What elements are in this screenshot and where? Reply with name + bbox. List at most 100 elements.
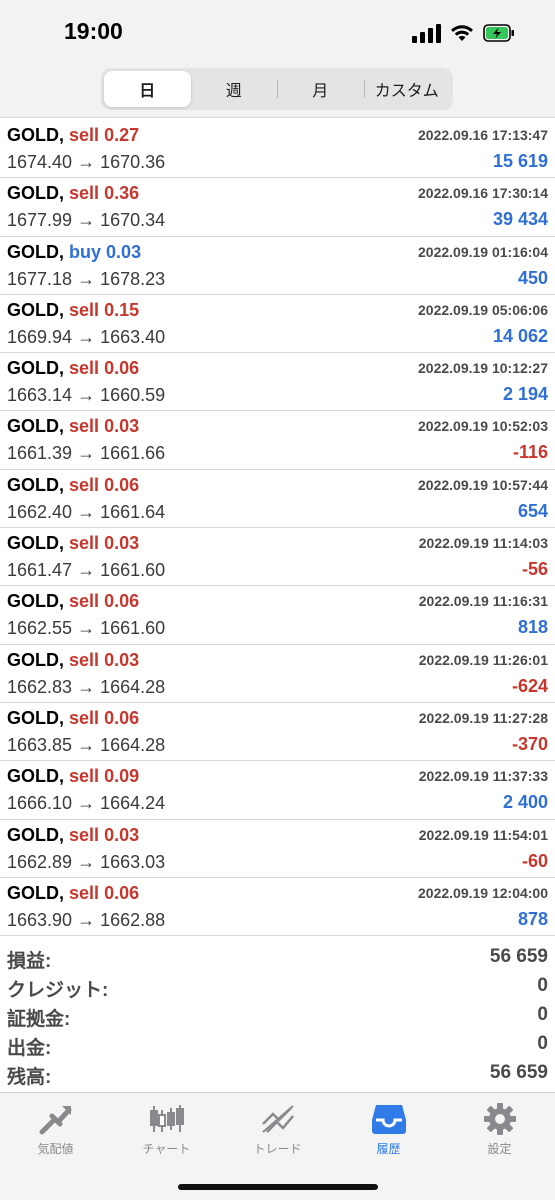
trade-profit: -116	[512, 442, 548, 463]
trade-side: sell	[69, 824, 100, 845]
summary-value: 0	[537, 1033, 548, 1054]
status-bar: 19:00	[0, 0, 555, 62]
battery-charging-icon	[483, 24, 515, 42]
trade-row[interactable]: GOLD, sell 0.06 2022.09.19 12:04:00 1663.9…	[0, 878, 555, 937]
summary-row: クレジット: 0	[0, 971, 555, 1001]
trade-prices: 1677.99 → 1670.34	[7, 210, 166, 231]
trade-row[interactable]: GOLD, sell 0.06 2022.09.19 11:27:28 1663.8…	[0, 703, 555, 762]
trade-side: sell	[69, 125, 100, 145]
summary-label: クレジット:	[7, 980, 109, 1001]
trade-row[interactable]: GOLD, sell 0.03 2022.09.19 11:54:01 1662.8…	[0, 820, 555, 878]
segment-week[interactable]: 週	[191, 71, 278, 107]
history-icon	[333, 1101, 444, 1137]
trade-datetime: 2022.09.16 17:13:47	[418, 127, 548, 143]
trade-lots: 0.03	[104, 824, 140, 845]
trade-datetime: 2022.09.16 17:30:14	[418, 185, 548, 202]
trade-prices: 1674.40 → 1670.36	[7, 152, 166, 172]
trade-side: sell	[69, 649, 100, 670]
trade-lots: 0.36	[104, 183, 140, 204]
segment-custom[interactable]: カスタム	[363, 71, 451, 107]
trade-profit: -624	[511, 675, 548, 696]
trade-profit: -56	[521, 559, 548, 580]
account-summary: 損益: 56 659 クレジット: 0 証拠金: 0 出金: 0 残高: 56 659	[0, 942, 555, 1088]
trade-history-list: GOLD, sell 0.27 2022.09.16 17:13:47 1674.4…	[0, 120, 555, 937]
trade-datetime: 2022.09.19 10:52:03	[418, 418, 548, 435]
trade-profit: 818	[517, 617, 548, 638]
trade-lots: 0.03	[106, 241, 142, 262]
trade-row[interactable]: GOLD, sell 0.03 2022.09.19 11:14:03 1661.4…	[0, 528, 555, 587]
summary-row: 出金: 0	[0, 1029, 555, 1059]
trade-profit: 39 434	[492, 209, 548, 230]
trade-lots: 0.06	[104, 707, 140, 728]
trade-lots: 0.03	[104, 416, 140, 437]
trade-symbol-side: GOLD, sell 0.15	[7, 300, 139, 321]
trade-symbol-side: GOLD, sell 0.09	[7, 766, 139, 787]
trade-symbol-side: GOLD, sell 0.03	[7, 533, 139, 554]
trade-profit: -60	[521, 850, 548, 871]
wifi-icon	[450, 24, 474, 42]
trade-row[interactable]: GOLD, sell 0.06 2022.09.19 10:57:44 1662.4…	[0, 470, 555, 529]
trade-datetime: 2022.09.19 11:37:33	[418, 768, 548, 785]
trade-lots: 0.27	[104, 125, 140, 145]
summary-label: 出金:	[7, 1038, 52, 1059]
trade-row[interactable]: GOLD, sell 0.06 2022.09.19 10:12:27 1663.1…	[0, 353, 555, 412]
tab-quotes-label: 気配値	[37, 1142, 74, 1156]
trade-prices: 1661.39 → 1661.66	[7, 443, 166, 464]
trade-prices: 1662.55 → 1661.60	[7, 618, 166, 639]
trade-lots: 0.15	[104, 299, 140, 320]
trade-symbol-side: GOLD, buy 0.03	[7, 242, 141, 263]
trade-row[interactable]: GOLD, sell 0.27 2022.09.16 17:13:47 1674.4…	[0, 120, 555, 179]
trade-symbol: GOLD,	[7, 882, 64, 903]
summary-row: 損益: 56 659	[0, 942, 555, 972]
trade-row[interactable]: GOLD, sell 0.09 2022.09.19 11:37:33 1666.1…	[0, 761, 555, 820]
trade-row[interactable]: GOLD, sell 0.15 2022.09.19 05:06:06 1669.9…	[0, 295, 555, 354]
trade-symbol-side: GOLD, sell 0.36	[7, 183, 139, 204]
trade-row[interactable]: GOLD, buy 0.03 2022.09.19 01:16:04 1677.18…	[0, 237, 555, 295]
tab-chart[interactable]: チャート	[111, 1101, 222, 1161]
trade-symbol: GOLD,	[7, 358, 64, 379]
tab-chart-label: チャート	[142, 1142, 191, 1156]
trade-side: sell	[69, 299, 100, 320]
cellular-signal-icon	[412, 23, 441, 43]
trade-symbol: GOLD,	[7, 591, 64, 612]
trade-datetime: 2022.09.19 12:04:00	[418, 884, 548, 901]
segment-day[interactable]: 日	[104, 71, 191, 107]
trade-row[interactable]: GOLD, sell 0.36 2022.09.16 17:30:14 1677.9…	[0, 178, 555, 237]
trade-row[interactable]: GOLD, sell 0.03 2022.09.19 10:52:03 1661.3…	[0, 411, 555, 470]
trade-symbol-side: GOLD, sell 0.06	[7, 591, 139, 612]
trade-prices: 1661.47 → 1661.60	[7, 560, 166, 581]
trade-prices: 1666.10 → 1664.24	[7, 793, 166, 814]
trade-symbol: GOLD,	[7, 299, 64, 320]
trade-side: sell	[69, 183, 100, 204]
tab-settings[interactable]: 設定	[444, 1101, 555, 1161]
trade-symbol-side: GOLD, sell 0.06	[7, 883, 139, 904]
tab-trade[interactable]: トレード	[222, 1101, 333, 1161]
trade-profit: -370	[511, 733, 548, 754]
trade-lots: 0.03	[104, 649, 140, 670]
tab-history[interactable]: 履歴	[333, 1101, 444, 1161]
trade-symbol: GOLD,	[7, 241, 64, 262]
trade-symbol-side: GOLD, sell 0.06	[7, 708, 139, 729]
trade-symbol: GOLD,	[7, 474, 64, 495]
trade-symbol-side: GOLD, sell 0.03	[7, 650, 139, 671]
trade-symbol-side: GOLD, sell 0.06	[7, 475, 139, 496]
trade-lots: 0.09	[104, 766, 140, 787]
tab-quotes[interactable]: 気配値	[0, 1101, 111, 1161]
trade-symbol-side: GOLD, sell 0.03	[7, 825, 139, 846]
summary-label: 損益:	[7, 951, 52, 972]
trade-lots: 0.03	[104, 533, 140, 554]
trade-lots: 0.06	[104, 882, 140, 903]
trade-row[interactable]: GOLD, sell 0.06 2022.09.19 11:16:31 1662.5…	[0, 586, 555, 645]
trade-prices: 1663.85 → 1664.28	[7, 734, 166, 755]
home-indicator	[178, 1184, 378, 1190]
period-segmented-control: 日 週 月 カスタム	[101, 68, 453, 110]
settings-icon	[444, 1101, 555, 1137]
trade-datetime: 2022.09.19 11:27:28	[418, 709, 548, 726]
trade-prices: 1662.83 → 1664.28	[7, 676, 166, 697]
trade-symbol-side: GOLD, sell 0.03	[7, 416, 139, 437]
trade-datetime: 2022.09.19 11:26:01	[418, 651, 548, 668]
trade-side: sell	[69, 533, 100, 554]
summary-value: 56 659	[489, 946, 548, 967]
segment-month[interactable]: 月	[277, 71, 364, 107]
trade-row[interactable]: GOLD, sell 0.03 2022.09.19 11:26:01 1662.8…	[0, 645, 555, 703]
